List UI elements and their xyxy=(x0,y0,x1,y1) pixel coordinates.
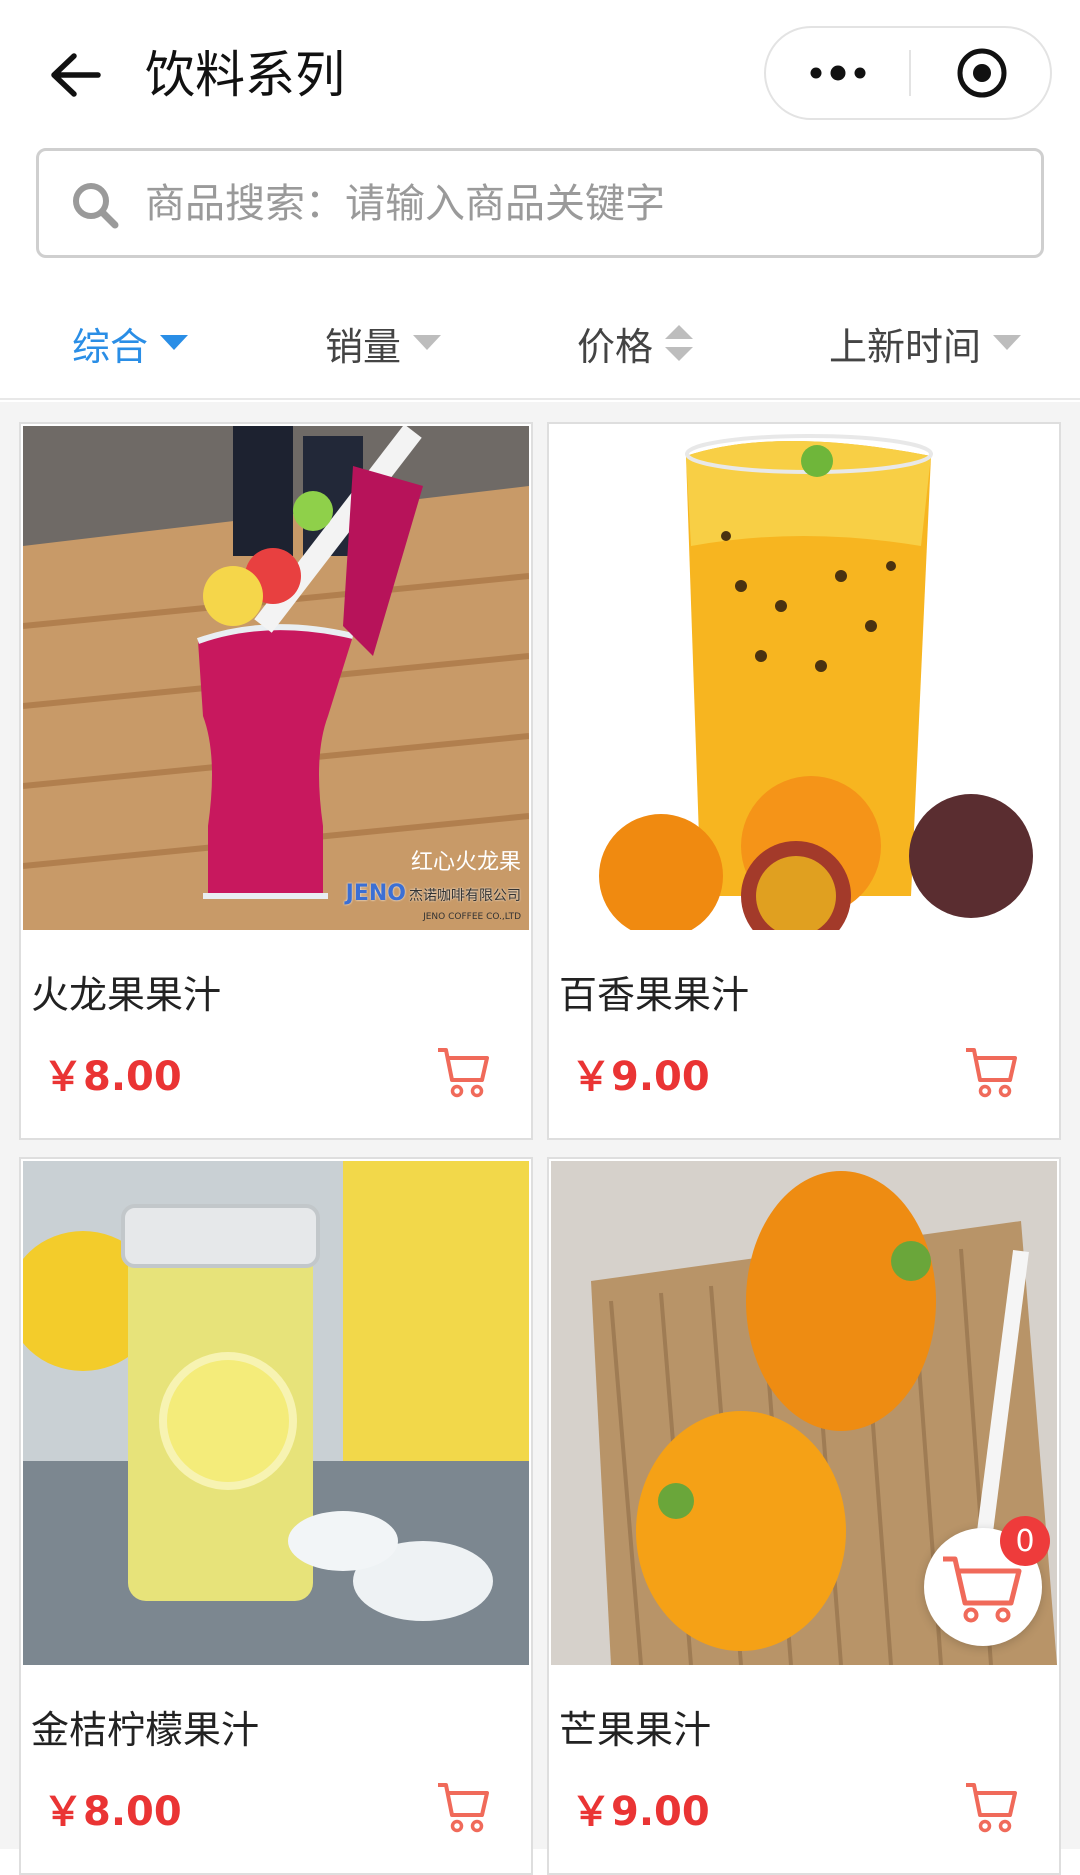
product-price: ￥9.00 xyxy=(571,1789,710,1835)
add-to-cart-icon[interactable] xyxy=(963,1779,1019,1835)
product-card[interactable]: 红心火龙果 JENO 杰诺咖啡有限公司 JENO COFFEE CO.,LTD … xyxy=(19,422,533,1140)
product-card[interactable]: 芒果果汁 ￥9.00 xyxy=(547,1157,1061,1875)
more-button[interactable] xyxy=(766,28,909,118)
back-button[interactable] xyxy=(40,40,110,110)
sort-label: 综合 xyxy=(72,324,149,369)
product-name: 火龙果果汁 xyxy=(31,973,222,1017)
caret-up-down-icon xyxy=(665,325,694,361)
sort-bar: 综合 销量 价格 上新时间 xyxy=(0,290,1080,400)
arrow-left-icon xyxy=(51,53,101,97)
product-name: 金桔柠檬果汁 xyxy=(31,1708,260,1752)
search-input[interactable] xyxy=(145,171,1005,237)
image-watermark-brand: JENO 杰诺咖啡有限公司 xyxy=(345,881,521,906)
more-dots-icon xyxy=(810,65,865,81)
caret-down-icon xyxy=(413,335,442,350)
image-watermark-brand-en: JENO COFFEE CO.,LTD xyxy=(423,912,521,922)
product-image: 红心火龙果 JENO 杰诺咖啡有限公司 JENO COFFEE CO.,LTD xyxy=(23,426,529,930)
product-card[interactable]: 百香果果汁 ￥9.00 xyxy=(547,422,1061,1140)
product-price: ￥8.00 xyxy=(43,1054,182,1100)
product-name: 百香果果汁 xyxy=(559,973,750,1017)
close-button[interactable] xyxy=(911,28,1052,118)
product-name: 芒果果汁 xyxy=(559,1708,712,1752)
sort-label: 价格 xyxy=(577,324,654,369)
product-price: ￥9.00 xyxy=(571,1054,710,1100)
product-card[interactable]: 金桔柠檬果汁 ￥8.00 xyxy=(19,1157,533,1875)
mini-program-capsule xyxy=(764,26,1052,120)
sort-new-arrival[interactable]: 上新时间 xyxy=(829,308,1022,378)
product-price: ￥8.00 xyxy=(43,1789,182,1835)
search-box[interactable] xyxy=(36,148,1044,258)
product-image xyxy=(23,1161,529,1665)
add-to-cart-icon[interactable] xyxy=(435,1779,491,1835)
add-to-cart-icon[interactable] xyxy=(963,1044,1019,1100)
target-close-icon xyxy=(957,48,1006,98)
caret-down-icon xyxy=(993,335,1022,350)
image-watermark: 红心火龙果 xyxy=(410,850,521,875)
sort-comprehensive[interactable]: 综合 xyxy=(72,308,189,378)
search-icon xyxy=(73,183,119,229)
sort-label: 销量 xyxy=(325,324,402,369)
caret-down-icon xyxy=(160,335,189,350)
add-to-cart-icon[interactable] xyxy=(435,1044,491,1100)
sort-sales[interactable]: 销量 xyxy=(325,308,442,378)
nav-bar: 饮料系列 xyxy=(0,0,1080,145)
sort-label: 上新时间 xyxy=(829,324,982,369)
product-image xyxy=(551,426,1057,930)
cart-count-badge: 0 xyxy=(1000,1516,1050,1566)
page-title: 饮料系列 xyxy=(145,46,345,104)
sort-price[interactable]: 价格 xyxy=(577,308,694,378)
